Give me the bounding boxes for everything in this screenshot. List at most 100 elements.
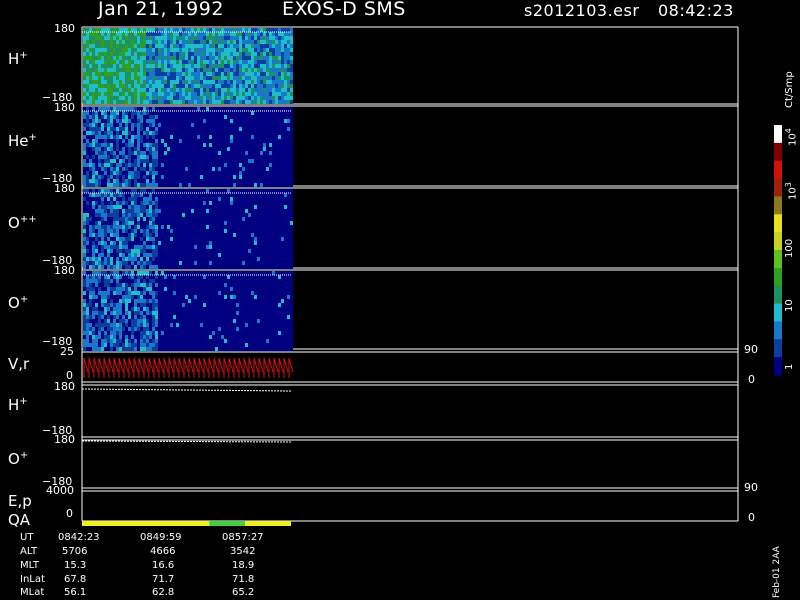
spectrogram-cell [158,261,161,265]
spectrogram-cell [287,52,290,56]
spectrogram-cell [200,147,203,151]
spectrogram-cell [269,72,272,76]
spectrogram-cell [209,253,212,257]
spectrogram-cell [269,32,272,36]
spectrogram-cell [125,291,128,295]
spectrogram-cell [197,56,200,60]
spectrogram-cell [191,209,194,213]
spectrogram-cell [128,245,131,249]
spectrogram-cell [224,147,227,151]
spectrogram-cell [245,201,248,205]
spectrogram-cell [146,183,149,187]
spectrogram-cell [269,28,272,32]
spectrogram-cell [131,295,134,299]
spectrogram-cell [239,205,242,209]
spectrogram-cell [161,147,164,151]
spectrogram-cell [215,131,218,135]
spectrogram-cell [101,111,104,115]
spectrogram-cell [155,209,158,213]
spectrogram-cell [209,80,212,84]
spectrogram-cell [230,56,233,60]
spectrogram-cell [143,307,146,311]
spectrogram-cell [233,60,236,64]
spectrogram-cell [113,221,116,225]
spectrogram-cell [206,167,209,171]
spectrogram-cell [161,159,164,163]
spectrogram-cell [290,201,293,205]
spectrogram-cell [155,100,158,104]
spectrogram-cell [281,257,284,261]
spectrogram-cell [149,201,152,205]
spectrogram-cell [257,88,260,92]
spectrogram-cell [161,205,164,209]
spectrogram-cell [278,241,281,245]
spectrogram-cell [182,315,185,319]
spectrogram-cell [263,52,266,56]
spectrogram-cell [197,287,200,291]
spectrogram-cell [197,253,200,257]
spectrogram-cell [95,115,98,119]
spectrogram-cell [176,291,179,295]
spectrogram-cell [236,28,239,32]
spectrogram-cell [152,229,155,233]
spectrogram-cell [218,111,221,115]
spectrogram-cell [167,60,170,64]
spectrogram-cell [140,135,143,139]
spectrogram-cell [191,92,194,96]
spectrogram-cell [104,295,107,299]
spectrogram-cell [158,135,161,139]
spectrogram-cell [86,88,89,92]
spectrogram-cell [113,127,116,131]
spectrogram-cell [290,107,293,111]
spectrogram-cell [242,189,245,193]
spectrogram-cell [179,237,182,241]
spectrogram-cell [155,225,158,229]
spectrogram-cell [95,335,98,339]
spectrogram-cell [239,84,242,88]
spectrogram-cell [185,48,188,52]
spectrogram-cell [278,88,281,92]
spectrogram-cell [200,179,203,183]
spectrogram-cell [221,84,224,88]
spectrogram-cell [215,221,218,225]
spectrogram-cell [155,261,158,265]
spectrogram-cell [209,241,212,245]
spectrogram-cell [191,127,194,131]
spectrogram-cell [200,225,203,229]
spectrogram-cell [161,36,164,40]
spectrogram-cell [92,201,95,205]
spectrogram-cell [122,233,125,237]
spectrogram-cell [182,331,185,335]
spectrogram-cell [122,299,125,303]
spectrogram-cell [125,249,128,253]
spectrogram-cell [281,96,284,100]
spectrogram-cell [83,139,86,143]
spectrogram-cell [230,233,233,237]
spectrogram-cell [128,197,131,201]
spectrogram-cell [146,327,149,331]
spectrogram-cell [92,159,95,163]
spectrogram-cell [167,80,170,84]
spectrogram-cell [92,88,95,92]
spectrogram-cell [284,209,287,213]
spectrogram-cell [215,72,218,76]
spectrogram-cell [116,119,119,123]
spectrogram-cell [275,127,278,131]
spectrogram-cell [167,189,170,193]
spectrogram-cell [167,347,170,351]
spectrogram-cell [158,92,161,96]
spectrogram-cell [143,245,146,249]
spectrogram-cell [206,197,209,201]
spectrogram-cell [125,331,128,335]
spectrogram-cell [287,171,290,175]
spectrogram-cell [197,139,200,143]
spectrogram-cell [191,347,194,351]
spectrogram-cell [113,249,116,253]
spectrogram-cell [179,343,182,347]
spectrogram-cell [83,299,86,303]
spectrogram-cell [197,119,200,123]
spectrogram-cell [263,48,266,52]
spectrogram-cell [221,249,224,253]
spectrogram-cell [209,261,212,265]
spectrogram-cell [167,76,170,80]
